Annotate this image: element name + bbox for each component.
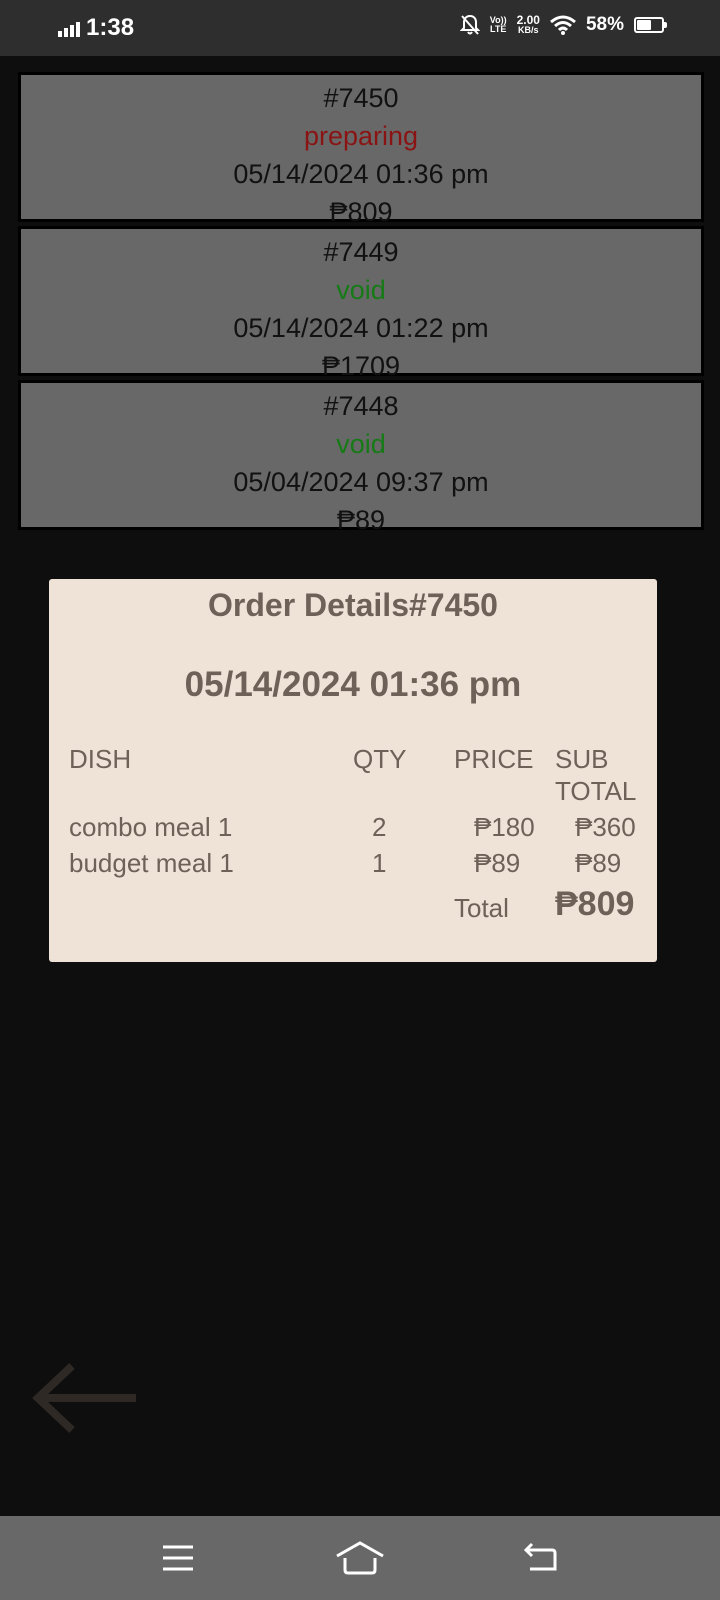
item-subtotal: ₱360 [575, 812, 636, 842]
total-label: Total [454, 893, 509, 923]
total-value: ₱809 [555, 885, 635, 923]
battery-level [637, 20, 651, 30]
order-datetime: 05/04/2024 09:37 pm [233, 467, 489, 497]
order-datetime: 05/14/2024 01:22 pm [233, 313, 489, 343]
network-speed: 2.00 KB/s [517, 14, 540, 35]
order-status: preparing [303, 121, 419, 151]
order-status: void [336, 275, 386, 305]
order-number: #7449 [323, 237, 399, 267]
clock-time: 1:38 [86, 14, 135, 41]
lte-bottom: LTE [490, 24, 507, 34]
speed-unit: KB/s [518, 24, 539, 35]
status-bar: 1:38 Vo)) LTE 2.00 KB/s 58% [0, 0, 720, 56]
item-dish: budget meal 1 [69, 848, 234, 878]
wifi-icon [550, 15, 576, 35]
nav-back-button[interactable] [522, 1540, 558, 1581]
status-right: Vo)) LTE 2.00 KB/s 58% [459, 14, 667, 36]
lte-icon: Vo)) LTE [490, 16, 507, 34]
order-details-panel: Order Details#7450 05/14/2024 01:36 pm D… [49, 579, 657, 962]
status-left: 1:38 [58, 14, 134, 42]
item-qty: 1 [372, 848, 387, 878]
order-number: #7448 [323, 391, 399, 421]
battery-icon [634, 17, 667, 33]
details-title: Order Details#7450 [208, 587, 498, 623]
subtotal-header-line1: SUB [555, 744, 609, 774]
item-qty: 2 [372, 812, 387, 842]
order-list: #7450 preparing 05/14/2024 01:36 pm ₱809… [18, 72, 704, 535]
order-total: ₱89 [336, 505, 386, 535]
signal-icon [58, 19, 80, 37]
order-datetime: 05/14/2024 01:36 pm [233, 159, 489, 189]
battery-percent: 58% [585, 14, 624, 35]
home-icon [336, 1541, 384, 1575]
column-header-qty: QTY [353, 744, 407, 774]
column-header-price: PRICE [454, 744, 534, 774]
notifications-off-icon [459, 14, 480, 36]
column-header-dish: DISH [69, 744, 132, 774]
order-number: #7450 [323, 83, 399, 113]
item-price: ₱89 [474, 848, 521, 878]
item-price: ₱180 [474, 812, 535, 842]
arrow-left-icon [32, 1363, 136, 1433]
menu-icon [163, 1545, 193, 1571]
back-icon [523, 1542, 557, 1571]
item-dish: combo meal 1 [69, 812, 233, 842]
back-button[interactable] [30, 1360, 140, 1440]
column-header-subtotal: SUB TOTAL [555, 743, 636, 807]
nav-menu-button[interactable] [160, 1540, 196, 1581]
navigation-bar [0, 1516, 720, 1600]
details-datetime: 05/14/2024 01:36 pm [184, 665, 522, 704]
order-card[interactable]: #7449 void 05/14/2024 01:22 pm ₱1709 [18, 226, 704, 381]
order-card[interactable]: #7448 void 05/04/2024 09:37 pm ₱89 [18, 380, 704, 535]
order-status: void [336, 429, 386, 459]
item-subtotal: ₱89 [575, 848, 622, 878]
subtotal-header-line2: TOTAL [555, 776, 637, 806]
nav-home-button[interactable] [334, 1540, 386, 1581]
order-card[interactable]: #7450 preparing 05/14/2024 01:36 pm ₱809 [18, 72, 704, 227]
